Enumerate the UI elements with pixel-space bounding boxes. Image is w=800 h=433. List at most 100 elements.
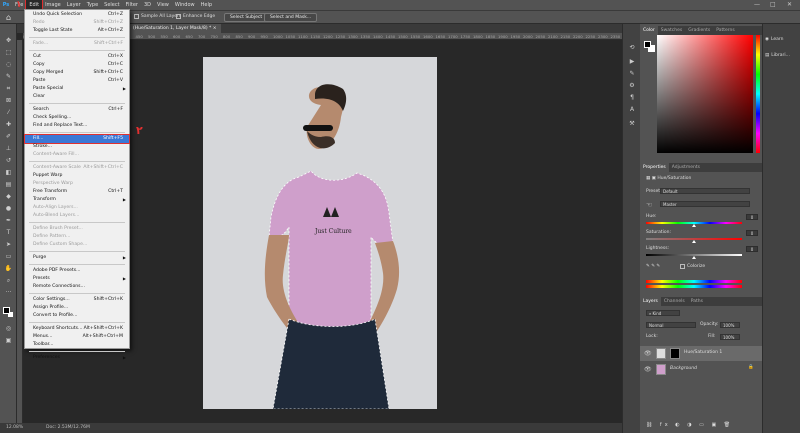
libraries-panel-button[interactable]: ▤ Librari... [765, 50, 799, 62]
menu-view[interactable]: View [154, 0, 172, 10]
edit-menu-item-paste[interactable]: Paste Ctrl+V [25, 77, 129, 85]
mask-thumbnail[interactable] [670, 348, 680, 359]
checkbox-box[interactable] [680, 264, 685, 269]
layers-footer-icons[interactable]: ⛓ fx ◐ ◑ ▭ ▣ 🗑 [646, 422, 733, 428]
zoom-tool-icon[interactable]: ⌕ [3, 276, 14, 285]
hue-slider-thumb[interactable] [692, 224, 696, 227]
minimize-icon[interactable]: — [754, 0, 760, 10]
screen-mode-icon[interactable]: ▣ [3, 336, 14, 345]
edit-menu-item-define-pattern[interactable]: Define Pattern... [25, 233, 129, 241]
actions-panel-icon[interactable]: ▶ [627, 58, 637, 66]
close-icon[interactable]: ✕ [787, 0, 792, 10]
layer-row[interactable]: 👁 Background 🔒 [640, 362, 762, 377]
dodge-tool-icon[interactable]: ● [3, 204, 14, 213]
edit-menu-item-check-spelling[interactable]: Check Spelling... [25, 114, 129, 122]
foreground-color-swatch[interactable] [3, 307, 10, 314]
picker-foreground-swatch[interactable] [644, 41, 651, 48]
edit-menu-item-copy[interactable]: Copy Ctrl+C [25, 61, 129, 69]
color-field[interactable] [657, 35, 753, 153]
saturation-value[interactable]: 0 [746, 230, 758, 236]
edit-menu-item-undo-quick-selection[interactable]: Undo Quick Selection Ctrl+Z [25, 11, 129, 19]
edit-menu-item-convert-to-profile[interactable]: Convert to Profile... [25, 312, 129, 320]
document-canvas-photo[interactable]: Just Culture [203, 57, 437, 409]
edit-menu-item-remote-connections[interactable]: Remote Connections... [25, 283, 129, 291]
lightness-value[interactable]: 0 [746, 246, 758, 252]
document-tab[interactable]: (Hue/Saturation 1, Layer Mask/8) * × [129, 24, 221, 33]
edit-menu-item-stroke[interactable]: Stroke... [25, 143, 129, 151]
saturation-slider-thumb[interactable] [692, 240, 696, 243]
visibility-eye-icon[interactable]: 👁 [644, 350, 652, 357]
edit-menu-item-menus[interactable]: Menus... Alt+Shift+Ctrl+M [25, 333, 129, 341]
hue-value[interactable]: 0 [746, 214, 758, 220]
close-tab-icon[interactable]: × [213, 26, 217, 31]
edit-menu-item-perspective-warp[interactable]: Perspective Warp [25, 180, 129, 188]
checkbox-box[interactable] [176, 14, 181, 19]
menu-help[interactable]: Help [198, 0, 215, 10]
edit-menu-item-keyboard-shortcuts[interactable]: Keyboard Shortcuts... Alt+Shift+Ctrl+K [25, 325, 129, 333]
frame-tool-icon[interactable]: ⊠ [3, 96, 14, 105]
edit-menu-item-search[interactable]: Search Ctrl+F [25, 106, 129, 114]
quick-selection-tool-icon[interactable]: ✎ [3, 72, 14, 81]
colorize-checkbox[interactable]: Colorize [680, 264, 705, 269]
enhance-edge-checkbox[interactable]: Enhance Edge [176, 14, 215, 19]
gradient-tool-icon[interactable]: ▤ [3, 180, 14, 189]
eraser-tool-icon[interactable]: ◧ [3, 168, 14, 177]
tab-swatches[interactable]: Swatches [658, 26, 686, 35]
healing-brush-tool-icon[interactable]: ✚ [3, 120, 14, 129]
edit-menu-item-purge[interactable]: Purge ▶ [25, 254, 129, 262]
edit-menu-item-free-transform[interactable]: Free Transform Ctrl+T [25, 188, 129, 196]
sample-all-layers-checkbox[interactable]: Sample All Layers [134, 14, 181, 19]
adjust-panel-icon[interactable]: ⚙ [627, 82, 637, 90]
edit-menu-item-assign-profile[interactable]: Assign Profile... [25, 304, 129, 312]
edit-menu-item-redo[interactable]: Redo Shift+Ctrl+Z [25, 19, 129, 27]
history-brush-tool-icon[interactable]: ↺ [3, 156, 14, 165]
tab-layers[interactable]: Layers [640, 297, 661, 306]
hue-strip[interactable] [756, 35, 760, 153]
hand-tool-icon[interactable]: ✋ [3, 264, 14, 273]
menu-3d[interactable]: 3D [141, 0, 154, 10]
blur-tool-icon[interactable]: ◆ [3, 192, 14, 201]
edit-menu-item-puppet-warp[interactable]: Puppet Warp [25, 172, 129, 180]
edit-menu-item-clear[interactable]: Clear [25, 93, 129, 101]
menu-window[interactable]: Window [172, 0, 198, 10]
select-and-mask-button[interactable]: Select and Mask... [264, 13, 318, 22]
path-selection-tool-icon[interactable]: ➤ [3, 240, 14, 249]
fill-field[interactable]: 100% [720, 334, 740, 340]
tab-adjustments[interactable]: Adjustments [669, 163, 703, 172]
home-icon[interactable]: ⌂ [6, 13, 16, 23]
edit-menu-item-fade[interactable]: Fade... Shift+Ctrl+F [25, 40, 129, 48]
edit-menu-item-copy-merged[interactable]: Copy Merged Shift+Ctrl+C [25, 69, 129, 77]
character-panel-icon[interactable]: A [627, 106, 637, 114]
edit-menu-item-find-and-replace-text[interactable]: Find and Replace Text... [25, 122, 129, 130]
opacity-field[interactable]: 100% [720, 322, 740, 328]
layer-name[interactable]: Background [670, 366, 697, 371]
channel-dropdown[interactable]: Master [660, 201, 750, 207]
move-tool-icon[interactable]: ✥ [3, 36, 14, 45]
edit-menu-item-auto-blend-layers[interactable]: Auto-Blend Layers... [25, 212, 129, 220]
zoom-level[interactable]: 12.08% [6, 423, 23, 433]
select-subject-button[interactable]: Select Subject [224, 13, 269, 22]
lasso-tool-icon[interactable]: ◌ [3, 60, 14, 69]
clone-stamp-tool-icon[interactable]: ⊥ [3, 144, 14, 153]
edit-menu-item-paste-special[interactable]: Paste Special ▶ [25, 85, 129, 93]
visibility-eye-icon[interactable]: 👁 [644, 366, 652, 373]
crop-tool-icon[interactable]: ⌗ [3, 84, 14, 93]
edit-menu-item-adobe-pdf-presets[interactable]: Adobe PDF Presets... [25, 267, 129, 275]
edit-menu-item-transform[interactable]: Transform ▶ [25, 196, 129, 204]
edit-menu-item-toolbar[interactable]: Toolbar... [25, 341, 129, 349]
edit-menu-item-preferences[interactable]: Preferences ▶ [25, 354, 129, 362]
preset-dropdown[interactable]: Default [660, 188, 750, 194]
edit-menu-item-define-brush-preset[interactable]: Define Brush Preset... [25, 225, 129, 233]
tab-color[interactable]: Color [640, 26, 658, 35]
brush-tool-icon[interactable]: ✐ [3, 132, 14, 141]
blend-mode-dropdown[interactable]: Normal [646, 322, 696, 328]
edit-menu-item-presets[interactable]: Presets ▶ [25, 275, 129, 283]
edit-menu-item-toggle-last-state[interactable]: Toggle Last State Alt+Ctrl+Z [25, 27, 129, 35]
tab-channels[interactable]: Channels [661, 297, 688, 306]
maximize-icon[interactable]: □ [770, 0, 776, 10]
edit-menu-item-content-aware-scale[interactable]: Content-Aware Scale Alt+Shift+Ctrl+C [25, 164, 129, 172]
pen-tool-icon[interactable]: ✒ [3, 216, 14, 225]
edit-menu-item-define-custom-shape[interactable]: Define Custom Shape... [25, 241, 129, 249]
quick-mask-icon[interactable]: ◎ [3, 324, 14, 333]
tab-paths[interactable]: Paths [688, 297, 706, 306]
